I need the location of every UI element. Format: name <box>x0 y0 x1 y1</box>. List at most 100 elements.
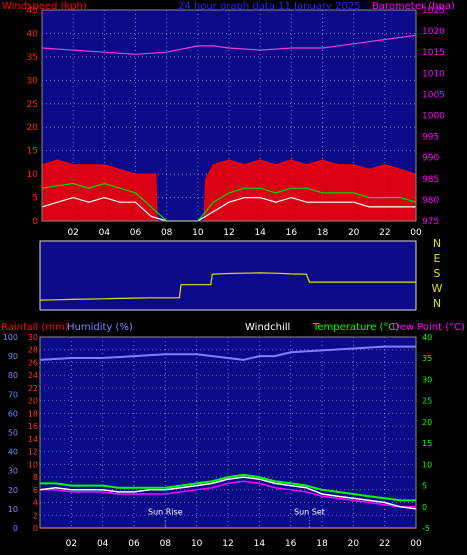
humidity-y-tick: 100 <box>3 333 18 342</box>
temp-x-tick: 12 <box>222 539 233 549</box>
sun-marker-label: Sun Set <box>294 507 325 516</box>
temp-x-tick: 18 <box>316 539 328 549</box>
temp-x-tick: 16 <box>285 539 297 549</box>
temp-x-axis: 02 04 06 08 10 12 14 16 18 20 22 00 <box>66 539 422 549</box>
temp-y-tick: 30 <box>422 375 432 384</box>
humidity-axis-label: Humidity (%) <box>67 322 133 333</box>
rain-y-tick: 28 <box>28 346 38 355</box>
temperature-axis-label: Temperature (°C) <box>312 322 399 333</box>
wind-right-axis: 975980985990995100010051010101510201025 <box>422 6 445 227</box>
compass-label: S <box>434 267 441 280</box>
rain-y-tick: 14 <box>28 435 38 444</box>
wind-x-tick: 08 <box>161 228 173 238</box>
direction-chart: NESWN <box>39 237 443 311</box>
baro-y-tick: 1000 <box>422 112 445 122</box>
wind-x-axis: 02 04 06 08 10 12 14 16 18 20 22 00 <box>67 228 422 238</box>
windchill-label: Windchill <box>245 322 290 333</box>
temperature-chart: Sun Rise Sun Set 0102030405060708090100 0… <box>1 322 465 549</box>
wind-y-tick: 20 <box>27 123 39 133</box>
temp-y-tick: 35 <box>422 354 432 363</box>
temp-x-tick: 00 <box>410 539 422 549</box>
wind-x-tick: 14 <box>254 228 266 238</box>
humidity-y-tick: 10 <box>8 505 18 514</box>
humidity-y-tick: 40 <box>8 448 18 457</box>
wind-x-tick: 18 <box>317 228 329 238</box>
baro-y-tick: 1010 <box>422 69 445 79</box>
rainfall-axis: 024681012141618202224262830 <box>28 333 38 533</box>
wind-y-tick: 0 <box>32 217 38 227</box>
wind-x-tick: 20 <box>348 228 360 238</box>
wind-x-tick: 10 <box>192 228 204 238</box>
baro-y-tick: 1015 <box>422 48 445 58</box>
humidity-y-tick: 0 <box>13 524 18 533</box>
dewpoint-axis-label: Dew Point (°C) <box>392 322 465 333</box>
rain-y-tick: 30 <box>28 333 38 342</box>
temp-y-tick: 15 <box>422 439 432 448</box>
baro-y-tick: 980 <box>422 196 439 206</box>
humidity-y-tick: 20 <box>8 486 18 495</box>
rain-y-tick: 2 <box>33 511 38 520</box>
humidity-axis: 0 10 20 30 40 50 60 70 80 90 100 <box>3 333 18 533</box>
wind-chart: 051015202530354045 975980985990995100010… <box>2 1 455 238</box>
temp-y-tick: 25 <box>422 397 432 406</box>
temp-x-tick: 20 <box>348 539 360 549</box>
baro-y-tick: 990 <box>422 154 439 164</box>
rain-y-tick: 26 <box>28 358 38 367</box>
wind-x-tick: 16 <box>286 228 298 238</box>
baro-y-tick: 1005 <box>422 90 445 100</box>
humidity-y-tick: 60 <box>8 409 18 418</box>
rain-y-tick: 12 <box>28 448 38 457</box>
temp-y-tick: -5 <box>422 524 430 533</box>
temp-x-tick: 08 <box>160 539 172 549</box>
compass-label: W <box>432 282 443 295</box>
wind-y-tick: 10 <box>27 170 39 180</box>
temp-y-tick: 5 <box>422 482 427 491</box>
rain-y-tick: 22 <box>28 384 38 393</box>
temp-y-tick: 0 <box>422 503 427 512</box>
baro-y-tick: 995 <box>422 133 439 143</box>
rain-y-tick: 6 <box>33 486 38 495</box>
baro-y-tick: 985 <box>422 175 439 185</box>
wind-x-tick: 06 <box>130 228 142 238</box>
rainfall-axis-label: Rainfall (mm) <box>1 322 69 333</box>
wind-y-tick: 25 <box>27 100 38 110</box>
temp-x-tick: 10 <box>191 539 203 549</box>
humidity-y-tick: 90 <box>8 352 18 361</box>
rain-y-tick: 8 <box>33 473 38 482</box>
wind-left-axis: 051015202530354045 <box>27 6 39 227</box>
temp-x-tick: 06 <box>128 539 140 549</box>
direction-plot-area <box>39 240 417 311</box>
humidity-y-tick: 70 <box>8 390 18 399</box>
wind-y-tick: 15 <box>27 147 38 157</box>
temp-x-tick: 22 <box>379 539 390 549</box>
wind-y-tick: 40 <box>27 29 39 39</box>
wind-x-tick: 00 <box>410 228 422 238</box>
direction-compass-labels: NESWN <box>432 237 443 310</box>
temperature-axis: -5 0 5 10 15 20 25 30 35 40 <box>422 333 432 533</box>
rain-y-tick: 0 <box>33 524 38 533</box>
humidity-y-tick: 30 <box>8 467 18 476</box>
humidity-y-tick: 50 <box>8 429 18 438</box>
wind-y-tick: 5 <box>32 194 38 204</box>
wind-x-tick: 04 <box>99 228 111 238</box>
rain-y-tick: 24 <box>28 371 38 380</box>
temp-y-tick: 10 <box>422 460 432 469</box>
temp-x-tick: 04 <box>97 539 109 549</box>
compass-label: N <box>433 237 441 250</box>
temp-x-tick: 14 <box>254 539 266 549</box>
rain-y-tick: 20 <box>28 397 38 406</box>
wind-x-tick: 02 <box>67 228 78 238</box>
sun-marker-label: Sun Rise <box>148 507 183 516</box>
wind-right-axis-label: Barometer (hpa) <box>372 1 455 12</box>
rain-y-tick: 4 <box>33 499 38 508</box>
wind-left-axis-label: Windspeed (kph) <box>2 1 87 12</box>
temp-x-tick: 02 <box>66 539 77 549</box>
rain-y-tick: 16 <box>28 422 38 431</box>
baro-y-tick: 1020 <box>422 27 445 37</box>
temp-y-tick: 40 <box>422 333 432 342</box>
rain-y-tick: 10 <box>28 460 38 469</box>
humidity-y-tick: 80 <box>8 371 18 380</box>
wind-chart-title: 24 hour graph data 11 January 2025 <box>178 1 361 12</box>
wind-x-tick: 22 <box>379 228 390 238</box>
wind-y-tick: 30 <box>27 76 39 86</box>
